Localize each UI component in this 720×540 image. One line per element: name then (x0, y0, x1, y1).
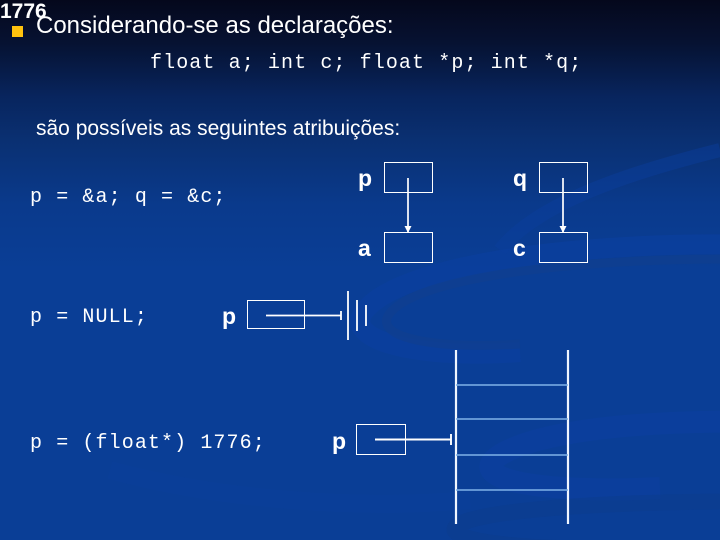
pointer-box-p-1 (384, 162, 433, 193)
pointer-box-q (539, 162, 588, 193)
pointer-box-p-3 (356, 424, 406, 455)
assignment-code-2: p = NULL; (30, 306, 148, 329)
subtitle-text: são possíveis as seguintes atribuições: (36, 117, 401, 140)
target-box-c (539, 232, 588, 263)
var-label-p-3: p (332, 428, 347, 454)
var-label-p-2: p (222, 303, 237, 329)
background-swoosh-decoration (107, 143, 720, 540)
target-box-a (384, 232, 433, 263)
memory-ladder-diagram (375, 350, 570, 524)
var-label-c: c (513, 235, 526, 261)
var-label-a: a (358, 235, 371, 261)
null-ground-symbol-icon (266, 291, 367, 340)
page-title: Considerando-se as declarações: (36, 12, 394, 39)
var-label-q: q (513, 165, 528, 191)
pointer-box-p-2 (247, 300, 305, 329)
bullet-square-icon (12, 26, 23, 37)
pointer-arrows-row1 (404, 178, 567, 233)
declaration-code: float a; int c; float *p; int *q; (150, 52, 583, 75)
slide-canvas: Considerando-se as declarações: float a;… (0, 0, 720, 540)
var-label-p-1: p (358, 165, 373, 191)
assignment-code-3: p = (float*) 1776; (30, 432, 266, 455)
assignment-code-1: p = &a; q = &c; (30, 186, 227, 209)
